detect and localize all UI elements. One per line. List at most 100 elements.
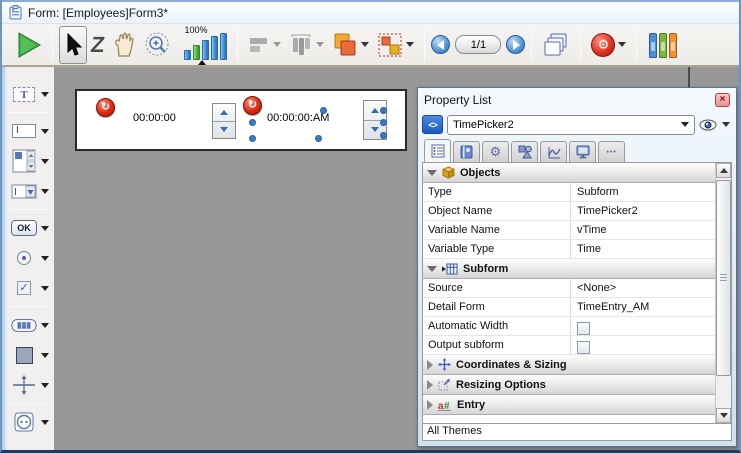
timepicker1-stepper[interactable] bbox=[212, 103, 236, 139]
tab-events[interactable] bbox=[540, 141, 567, 162]
chevron-down-icon[interactable] bbox=[406, 42, 414, 47]
expand-triangle-icon[interactable] bbox=[427, 380, 433, 390]
property-row-variable-type[interactable]: Variable Type Time bbox=[423, 240, 715, 259]
form-design-canvas[interactable]: ↻ 00:00:00 ↻ 00:00:00:AM bbox=[54, 67, 739, 451]
property-row-type[interactable]: Type Subform bbox=[423, 183, 715, 202]
chevron-down-icon[interactable] bbox=[41, 353, 49, 358]
stepper-up-icon[interactable] bbox=[371, 108, 379, 113]
property-row-variable-name[interactable]: Variable Name vTime bbox=[423, 221, 715, 240]
chevron-down-icon[interactable] bbox=[41, 256, 49, 261]
view-options-button[interactable] bbox=[699, 119, 732, 131]
next-page-button[interactable] bbox=[506, 35, 525, 54]
section-header-resizing[interactable]: Resizing Options bbox=[423, 375, 715, 395]
group-objects-button[interactable] bbox=[373, 26, 418, 64]
checkbox-tool[interactable]: ✓ bbox=[2, 276, 54, 300]
theme-filter-bar[interactable]: All Themes bbox=[422, 424, 732, 441]
object-level-button[interactable] bbox=[328, 26, 373, 64]
zoom-bar-200[interactable] bbox=[202, 40, 209, 60]
selection-handle[interactable] bbox=[249, 119, 256, 126]
align-objects-button[interactable] bbox=[244, 26, 285, 64]
run-form-button[interactable] bbox=[12, 26, 46, 64]
input-field-tool[interactable]: I bbox=[2, 119, 54, 143]
chevron-down-icon[interactable] bbox=[41, 226, 49, 231]
selection-handle[interactable] bbox=[249, 135, 256, 142]
distribute-objects-button[interactable] bbox=[285, 26, 328, 64]
timepicker2-value[interactable]: 00:00:00:AM bbox=[267, 112, 329, 124]
tab-settings[interactable]: ⚙ bbox=[482, 141, 509, 162]
automatic-width-checkbox[interactable] bbox=[577, 322, 590, 335]
object-selector-dropdown[interactable]: TimePicker2 bbox=[447, 115, 695, 135]
combo-box-tool[interactable]: I bbox=[2, 179, 54, 203]
form-page-area[interactable]: ↻ 00:00:00 ↻ 00:00:00:AM bbox=[75, 89, 407, 151]
selection-handle[interactable] bbox=[380, 107, 387, 114]
close-icon[interactable]: × bbox=[715, 93, 730, 107]
chevron-down-icon[interactable] bbox=[41, 286, 49, 291]
collapse-triangle-icon[interactable] bbox=[427, 170, 437, 176]
zoom-level-control[interactable]: 100% bbox=[180, 26, 231, 64]
scroll-down-button[interactable] bbox=[716, 408, 731, 423]
stepper-up-icon[interactable] bbox=[220, 110, 228, 115]
zoom-tool-button[interactable] bbox=[140, 26, 176, 64]
expand-triangle-icon[interactable] bbox=[427, 360, 433, 370]
form-pages-button[interactable] bbox=[538, 26, 574, 64]
form-properties-button[interactable]: ⚙ bbox=[587, 26, 630, 64]
selection-handle[interactable] bbox=[315, 135, 322, 142]
library-button[interactable] bbox=[643, 26, 681, 64]
selection-handle[interactable] bbox=[380, 132, 387, 139]
stepper-down-icon[interactable] bbox=[371, 127, 379, 132]
rectangle-tool[interactable] bbox=[2, 343, 54, 367]
tab-display[interactable] bbox=[569, 141, 596, 162]
property-grid-scrollbar[interactable] bbox=[715, 163, 731, 423]
scroll-up-button[interactable] bbox=[716, 163, 731, 178]
list-box-tool[interactable] bbox=[2, 149, 54, 173]
property-row-source[interactable]: Source <None> bbox=[423, 279, 715, 298]
chevron-down-icon[interactable] bbox=[41, 189, 49, 194]
button-tool[interactable]: OK bbox=[2, 216, 54, 240]
entry-order-tool-button[interactable]: Z bbox=[87, 26, 108, 64]
plugin-area-tool[interactable] bbox=[2, 410, 54, 434]
previous-page-button[interactable] bbox=[431, 35, 450, 54]
section-header-objects[interactable]: Objects bbox=[423, 163, 715, 183]
chevron-down-icon[interactable] bbox=[41, 159, 49, 164]
button-grid-tool[interactable] bbox=[2, 313, 54, 337]
tab-objects[interactable] bbox=[511, 141, 538, 162]
zoom-bar-100-active[interactable] bbox=[193, 45, 200, 60]
timepicker1-value[interactable]: 00:00:00 bbox=[133, 112, 176, 124]
chevron-down-icon[interactable] bbox=[618, 42, 626, 47]
edit-code-button[interactable]: <> bbox=[422, 115, 443, 134]
chevron-down-icon[interactable] bbox=[361, 42, 369, 47]
radio-button-tool[interactable] bbox=[2, 246, 54, 270]
move-tool-button[interactable] bbox=[108, 26, 140, 64]
tab-data[interactable] bbox=[453, 141, 480, 162]
property-list-titlebar[interactable]: Property List × bbox=[422, 88, 732, 111]
chevron-down-icon[interactable] bbox=[41, 323, 49, 328]
tab-list-view[interactable] bbox=[424, 139, 451, 162]
zoom-bar-800[interactable] bbox=[220, 33, 227, 60]
scrollbar-thumb[interactable] bbox=[716, 180, 731, 376]
output-subform-checkbox[interactable] bbox=[577, 341, 590, 354]
chevron-down-icon[interactable] bbox=[41, 92, 49, 97]
tab-more[interactable]: ••• bbox=[598, 141, 625, 162]
section-header-coordinates[interactable]: Coordinates & Sizing bbox=[423, 355, 715, 375]
section-header-subform[interactable]: Subform bbox=[423, 259, 715, 279]
property-row-detail-form[interactable]: Detail Form TimeEntry_AM bbox=[423, 298, 715, 317]
expand-triangle-icon[interactable] bbox=[427, 400, 433, 410]
selection-handle[interactable] bbox=[320, 107, 327, 114]
chevron-down-icon[interactable] bbox=[41, 129, 49, 134]
collapse-triangle-icon[interactable] bbox=[427, 266, 437, 272]
stepper-down-icon[interactable] bbox=[220, 127, 228, 132]
selection-handle[interactable] bbox=[380, 119, 387, 126]
property-row-object-name[interactable]: Object Name TimePicker2 bbox=[423, 202, 715, 221]
zoom-bar-400[interactable] bbox=[211, 36, 218, 60]
zoom-bar-50[interactable] bbox=[184, 50, 191, 60]
selection-tool-button[interactable] bbox=[59, 26, 87, 64]
chevron-down-icon[interactable] bbox=[316, 42, 324, 47]
section-header-entry[interactable]: a # Entry bbox=[423, 395, 715, 415]
property-row-output-subform[interactable]: Output subform bbox=[423, 336, 715, 355]
static-text-tool[interactable]: T bbox=[2, 82, 54, 106]
property-row-automatic-width[interactable]: Automatic Width bbox=[423, 317, 715, 336]
chevron-down-icon[interactable] bbox=[41, 383, 49, 388]
chevron-down-icon[interactable] bbox=[41, 420, 49, 425]
splitter-tool[interactable] bbox=[2, 373, 54, 397]
chevron-down-icon[interactable] bbox=[273, 42, 281, 47]
